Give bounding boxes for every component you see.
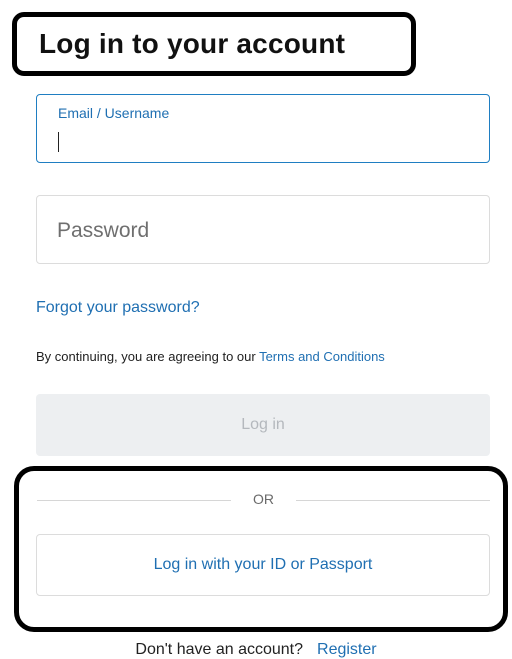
password-input[interactable] (57, 216, 467, 246)
id-passport-login-button[interactable]: Log in with your ID or Passport (36, 534, 490, 596)
email-label: Email / Username (58, 105, 170, 121)
page-title: Log in to your account (39, 28, 346, 59)
register-link[interactable]: Register (317, 641, 377, 658)
title-highlight-box: Log in to your account (12, 12, 416, 76)
divider-line-right (296, 500, 490, 501)
email-input[interactable] (57, 129, 467, 153)
terms-prefix: By continuing, you are agreeing to our (36, 349, 260, 364)
or-text: OR (253, 491, 274, 507)
password-field[interactable] (36, 195, 490, 264)
register-prompt: Don't have an account? (135, 641, 304, 658)
or-divider: OR (37, 491, 490, 509)
terms-link[interactable]: Terms and Conditions (259, 349, 385, 364)
login-button[interactable]: Log in (36, 394, 490, 456)
register-row: Don't have an account? Register (0, 641, 512, 659)
login-page: Log in to your account Email / Username … (0, 0, 512, 659)
terms-notice: By continuing, you are agreeing to our T… (36, 349, 385, 364)
email-field[interactable]: Email / Username (36, 94, 490, 163)
alternative-login-highlight-box: OR Log in with your ID or Passport (14, 466, 508, 632)
forgot-password-link[interactable]: Forgot your password? (36, 299, 200, 317)
